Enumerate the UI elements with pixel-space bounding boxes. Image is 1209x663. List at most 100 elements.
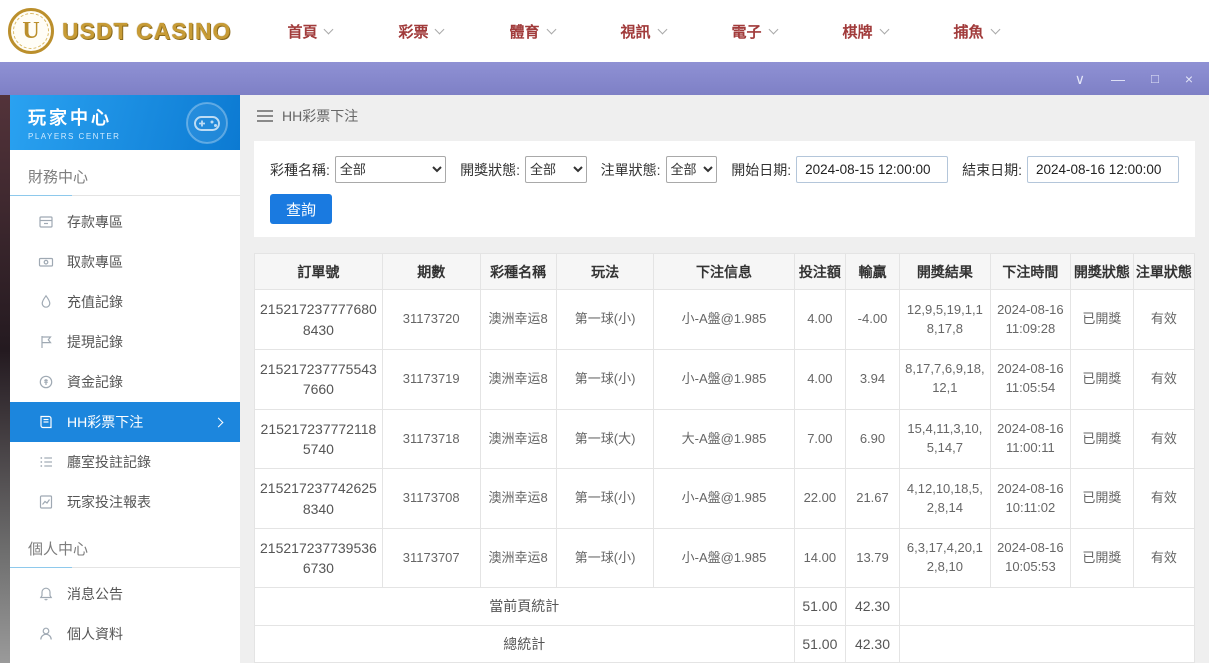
section-title-finance: 財務中心 bbox=[10, 166, 240, 196]
period-cell: 31173707 bbox=[382, 528, 480, 588]
order-status-select[interactable]: 全部 bbox=[666, 156, 718, 183]
funds-record-icon bbox=[37, 374, 54, 391]
announcement-bell-icon bbox=[37, 586, 54, 603]
bet-info-cell: 小-A盤@1.985 bbox=[654, 290, 794, 350]
header-win-loss: 輸贏 bbox=[846, 254, 900, 290]
hamburger-menu-icon[interactable] bbox=[257, 110, 273, 122]
sidebar-item-deposit-zone[interactable]: 存款專區 bbox=[10, 202, 240, 242]
header-lottery-name: 彩種名稱 bbox=[480, 254, 556, 290]
draw-status-cell: 已開獎 bbox=[1070, 350, 1133, 410]
chevron-down-icon bbox=[324, 24, 334, 34]
bet-info-cell: 小-A盤@1.985 bbox=[654, 469, 794, 529]
nav-item-lottery[interactable]: 彩票 bbox=[398, 21, 443, 42]
lottery-name-select[interactable]: 全部 bbox=[335, 156, 446, 183]
win-loss-cell: 3.94 bbox=[846, 350, 900, 410]
sidebar: 玩家中心 PLAYERS CENTER 財務中心 存款專區 bbox=[10, 95, 240, 663]
start-date-label: 開始日期: bbox=[731, 160, 791, 180]
maximize-icon[interactable]: □ bbox=[1151, 72, 1159, 85]
draw-status-label: 開獎狀態: bbox=[460, 160, 520, 180]
close-icon[interactable]: × bbox=[1185, 72, 1193, 86]
minimize-icon[interactable]: — bbox=[1111, 72, 1125, 86]
table-row: 2152172377395366730 31173707 澳洲幸运8 第一球(小… bbox=[255, 528, 1195, 588]
sidebar-item-profile[interactable]: 個人資料 bbox=[10, 614, 240, 654]
nav-item-live[interactable]: 視訊 bbox=[621, 21, 666, 42]
sidebar-item-label: 資金記錄 bbox=[67, 372, 123, 392]
filter-actions: 查詢 bbox=[270, 194, 1179, 224]
bets-table: 訂單號 期數 彩種名稱 玩法 下注信息 投注額 輸贏 開獎結果 下注時間 開獎狀… bbox=[254, 253, 1195, 663]
start-date-input[interactable] bbox=[796, 156, 948, 183]
sidebar-item-funds-records[interactable]: 資金記錄 bbox=[10, 362, 240, 402]
lottery-name-label: 彩種名稱: bbox=[270, 160, 330, 180]
nav-item-label: 首頁 bbox=[287, 21, 317, 42]
bet-time-cell: 2024-08-16 11:05:54 bbox=[990, 350, 1070, 410]
sidebar-item-hall-bet-records[interactable]: 廳室投註記錄 bbox=[10, 442, 240, 482]
nav-item-label: 體育 bbox=[509, 21, 539, 42]
nav-item-slots[interactable]: 電子 bbox=[732, 21, 777, 42]
bet-time-cell: 2024-08-16 10:11:02 bbox=[990, 469, 1070, 529]
chevron-down-icon bbox=[546, 24, 556, 34]
header-bet-amount: 投注額 bbox=[794, 254, 846, 290]
main-content: HH彩票下注 彩種名稱: 全部 開獎狀態: 全部 注單狀態: 全部 開始日期: … bbox=[240, 95, 1209, 663]
bet-amount-cell: 4.00 bbox=[794, 290, 846, 350]
sidebar-item-player-bet-report[interactable]: 玩家投注報表 bbox=[10, 482, 240, 522]
sidebar-header: 玩家中心 PLAYERS CENTER bbox=[10, 95, 240, 150]
chevron-down-icon bbox=[879, 24, 889, 34]
finance-menu: 存款專區 取款專區 充值記錄 提現記錄 bbox=[10, 196, 240, 522]
bet-time-cell: 2024-08-16 10:05:53 bbox=[990, 528, 1070, 588]
player-report-icon bbox=[37, 494, 54, 511]
nav-item-label: 棋牌 bbox=[843, 21, 873, 42]
win-loss-cell: 13.79 bbox=[846, 528, 900, 588]
page-total-bet-amount: 51.00 bbox=[794, 588, 846, 625]
nav-item-fishing[interactable]: 捕魚 bbox=[954, 21, 999, 42]
nav-item-label: 彩票 bbox=[398, 21, 428, 42]
bet-amount-cell: 14.00 bbox=[794, 528, 846, 588]
bet-info-cell: 大-A盤@1.985 bbox=[654, 409, 794, 469]
grand-total-empty-cell bbox=[899, 625, 1194, 662]
order-no-cell: 2152172377426258340 bbox=[255, 469, 383, 529]
lottery-name-cell: 澳洲幸运8 bbox=[480, 409, 556, 469]
play-cell: 第一球(大) bbox=[556, 409, 654, 469]
sidebar-item-label: 提現記錄 bbox=[67, 332, 123, 352]
end-date-input[interactable] bbox=[1027, 156, 1179, 183]
chevron-down-icon bbox=[990, 24, 1000, 34]
sidebar-item-withdraw-zone[interactable]: 取款專區 bbox=[10, 242, 240, 282]
nav-item-sports[interactable]: 體育 bbox=[509, 21, 554, 42]
nav-item-home[interactable]: 首頁 bbox=[287, 21, 332, 42]
win-loss-cell: 21.67 bbox=[846, 469, 900, 529]
header-draw-status: 開獎狀態 bbox=[1070, 254, 1133, 290]
grand-total-row: 總統計 51.00 42.30 bbox=[255, 625, 1195, 662]
header-period: 期數 bbox=[382, 254, 480, 290]
page-title: HH彩票下注 bbox=[282, 106, 358, 126]
sidebar-item-label: HH彩票下注 bbox=[67, 412, 143, 432]
nav-item-boardgames[interactable]: 棋牌 bbox=[843, 21, 888, 42]
table-row: 2152172377426258340 31173708 澳洲幸运8 第一球(小… bbox=[255, 469, 1195, 529]
logo: U USDT CASINO bbox=[8, 8, 231, 54]
hall-bet-records-icon bbox=[37, 454, 54, 471]
sidebar-item-label: 充值記錄 bbox=[67, 292, 123, 312]
header-draw-result: 開獎結果 bbox=[899, 254, 990, 290]
draw-status-cell: 已開獎 bbox=[1070, 290, 1133, 350]
header-play: 玩法 bbox=[556, 254, 654, 290]
order-no-cell: 2152172377755437660 bbox=[255, 350, 383, 410]
page-total-label: 當前頁統計 bbox=[255, 588, 795, 625]
search-button[interactable]: 查詢 bbox=[270, 194, 332, 224]
sidebar-item-recharge-records[interactable]: 充值記錄 bbox=[10, 282, 240, 322]
bet-amount-cell: 7.00 bbox=[794, 409, 846, 469]
header-bet-time: 下注時間 bbox=[990, 254, 1070, 290]
draw-status-select[interactable]: 全部 bbox=[525, 156, 587, 183]
table-header-row: 訂單號 期數 彩種名稱 玩法 下注信息 投注額 輸贏 開獎結果 下注時間 開獎狀… bbox=[255, 254, 1195, 290]
logo-badge-icon: U bbox=[8, 8, 54, 54]
period-cell: 31173718 bbox=[382, 409, 480, 469]
period-cell: 31173720 bbox=[382, 290, 480, 350]
end-date-label: 結束日期: bbox=[962, 160, 1022, 180]
sidebar-item-hh-lottery-bets[interactable]: HH彩票下注 bbox=[10, 402, 240, 442]
sidebar-item-announcements[interactable]: 消息公告 bbox=[10, 574, 240, 614]
sidebar-item-withdrawal-records[interactable]: 提現記錄 bbox=[10, 322, 240, 362]
table-row: 2152172377755437660 31173719 澳洲幸运8 第一球(小… bbox=[255, 350, 1195, 410]
collapse-icon[interactable]: ∨ bbox=[1075, 72, 1085, 86]
recharge-record-icon bbox=[37, 294, 54, 311]
nav-item-label: 捕魚 bbox=[954, 21, 984, 42]
withdrawal-record-icon bbox=[37, 334, 54, 351]
chevron-down-icon bbox=[435, 24, 445, 34]
header-bet-info: 下注信息 bbox=[654, 254, 794, 290]
